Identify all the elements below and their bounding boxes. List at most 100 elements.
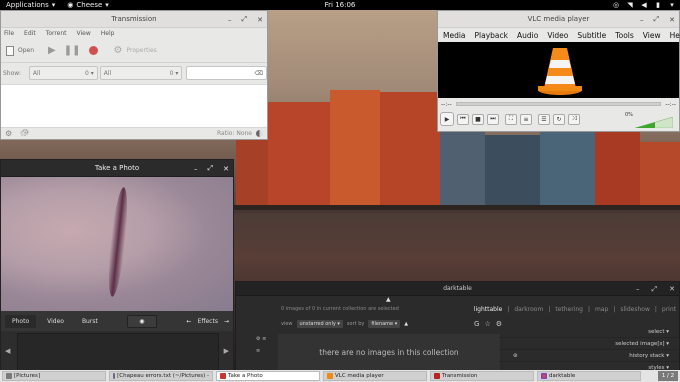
maximize-icon[interactable]: ⤢ xyxy=(654,15,660,24)
module-selected-images[interactable]: selected image[s] ▾ xyxy=(499,338,679,350)
next-button[interactable]: ⏭ xyxy=(487,113,499,125)
title-bar[interactable]: VLC media player – ⤢ ✕ xyxy=(438,11,679,28)
activity-filter-combo[interactable]: All 0 ▾ xyxy=(28,66,98,80)
title-bar[interactable]: darktable – ⤢ ✕ xyxy=(236,282,679,296)
menu-help[interactable]: Help xyxy=(670,31,680,40)
menu-torrent[interactable]: Torrent xyxy=(46,30,67,37)
preferences-icon[interactable]: ⚙ xyxy=(5,129,12,138)
title-bar[interactable]: Take a Photo – ⤢ ✕ xyxy=(1,160,233,177)
grouping-icon[interactable]: G xyxy=(474,320,479,328)
close-icon[interactable]: ✕ xyxy=(223,165,229,173)
task-darktable[interactable]: darktable xyxy=(537,371,641,381)
menu-media[interactable]: Media xyxy=(443,31,466,40)
volume-slider[interactable]: 0% xyxy=(625,112,674,129)
menu-playback[interactable]: Playback xyxy=(475,31,508,40)
video-area[interactable] xyxy=(438,42,679,98)
pause-icon[interactable]: ❚❚ xyxy=(64,45,81,56)
properties-button[interactable]: ⚙ Properties xyxy=(114,45,157,56)
battery-icon[interactable]: ▮ xyxy=(654,1,662,9)
torrent-list[interactable] xyxy=(1,84,267,128)
tab-video[interactable]: Video xyxy=(40,315,71,328)
effects-prev-icon[interactable]: ← xyxy=(187,318,192,325)
previous-button[interactable]: ⏮ xyxy=(457,113,469,125)
mode-slideshow[interactable]: slideshow xyxy=(620,306,649,313)
module-select[interactable]: select ▾ xyxy=(499,326,679,338)
system-tray[interactable]: ◎ ◥ ◀ ▮ ▾ xyxy=(612,1,676,9)
lighttable-center[interactable]: there are no images in this collection xyxy=(278,334,500,370)
preset-icon[interactable]: ⊛ xyxy=(513,350,518,362)
close-icon[interactable]: ✕ xyxy=(669,16,675,24)
thumbnail-view[interactable] xyxy=(17,333,219,371)
star-icon[interactable]: ☆ xyxy=(484,320,490,328)
tracker-filter-combo[interactable]: All 0 ▾ xyxy=(99,66,183,80)
tab-photo[interactable]: Photo xyxy=(5,314,37,328)
clock[interactable]: Fri 16:06 xyxy=(325,1,356,9)
sort-order-icon[interactable]: ▲ xyxy=(404,321,408,327)
menu-help[interactable]: Help xyxy=(101,30,115,37)
minimize-icon[interactable]: – xyxy=(640,16,644,24)
task-pictures[interactable]: [Pictures] xyxy=(2,371,106,381)
mode-print[interactable]: print xyxy=(662,306,676,313)
play-icon[interactable]: ▶ xyxy=(48,45,56,56)
minimize-icon[interactable]: – xyxy=(636,285,640,293)
play-button[interactable]: ▶ xyxy=(440,112,454,126)
mode-tethering[interactable]: tethering xyxy=(555,306,583,313)
workspace-pager[interactable]: 1 / 2 xyxy=(658,371,678,381)
maximize-icon[interactable]: ⤢ xyxy=(652,285,658,294)
menu-tools[interactable]: Tools xyxy=(615,31,633,40)
minimize-icon[interactable]: – xyxy=(194,165,198,173)
accessibility-icon[interactable]: ◎ xyxy=(612,1,620,9)
search-input[interactable]: ⌫ xyxy=(186,66,267,80)
menu-view[interactable]: View xyxy=(643,31,661,40)
chevron-down-icon[interactable]: ▾ xyxy=(668,1,676,9)
extended-settings-button[interactable]: ≡ xyxy=(520,113,532,125)
maximize-icon[interactable]: ⤢ xyxy=(208,164,214,173)
module-history-stack[interactable]: ⊛ history stack ▾ xyxy=(499,350,679,362)
scroll-right-icon[interactable]: ▶ xyxy=(224,347,229,355)
menu-file[interactable]: File xyxy=(4,30,14,37)
menu-video[interactable]: Video xyxy=(547,31,568,40)
sort-combo[interactable]: filename ▾ xyxy=(368,320,401,328)
stop-button[interactable]: ■ xyxy=(472,113,484,125)
task-take-a-photo[interactable]: Take a Photo xyxy=(216,371,320,381)
minimize-icon[interactable]: – xyxy=(228,16,232,24)
expand-top-panel-icon[interactable]: ▲ xyxy=(386,296,391,303)
mode-map[interactable]: map xyxy=(595,306,608,313)
playlist-button[interactable]: ☰ xyxy=(538,113,550,125)
fullscreen-button[interactable]: ⛶ xyxy=(505,113,517,125)
task-vlc[interactable]: VLC media player xyxy=(323,371,427,381)
menu-subtitle[interactable]: Subtitle xyxy=(577,31,606,40)
menu-icon[interactable]: ≡ xyxy=(256,348,266,354)
maximize-icon[interactable]: ⤢ xyxy=(242,15,248,24)
task-transmission[interactable]: Transmission xyxy=(430,371,534,381)
loop-button[interactable]: ↻ xyxy=(553,113,565,125)
settings-icon[interactable]: ⚙ ≡ xyxy=(256,336,266,342)
title-bar[interactable]: Transmission – ⤢ ✕ xyxy=(1,11,267,28)
shuffle-button[interactable]: ⤨ xyxy=(568,113,580,125)
take-photo-button[interactable]: ◉ xyxy=(126,314,157,328)
seek-slider[interactable] xyxy=(455,102,662,106)
app-menu[interactable]: ◉ Cheese ▾ xyxy=(61,1,115,9)
close-icon[interactable]: ✕ xyxy=(257,16,263,24)
task-text-editor[interactable]: [Chapeau errors.txt (~/Pictures) - xyxy=(109,371,213,381)
mode-darkroom[interactable]: darkroom xyxy=(514,306,543,313)
menu-audio[interactable]: Audio xyxy=(517,31,538,40)
menu-view[interactable]: View xyxy=(77,30,91,37)
view-switcher: lighttable | darkroom | tethering | map … xyxy=(474,306,676,313)
menu-edit[interactable]: Edit xyxy=(24,30,36,37)
statistics-icon[interactable] xyxy=(256,129,263,137)
scroll-left-icon[interactable]: ◀ xyxy=(5,347,10,355)
effects-button[interactable]: Effects xyxy=(196,315,220,328)
turtle-icon[interactable]: 🐢︎ xyxy=(20,129,29,138)
close-icon[interactable]: ✕ xyxy=(669,285,675,293)
clear-icon[interactable]: ⌫ xyxy=(255,70,263,77)
volume-icon[interactable]: ◀ xyxy=(640,1,648,9)
applications-menu[interactable]: Applications ▾ xyxy=(0,1,61,9)
open-button[interactable]: Open xyxy=(6,45,34,56)
tab-burst[interactable]: Burst xyxy=(75,315,105,328)
wifi-icon[interactable]: ◥ xyxy=(626,1,634,9)
mode-lighttable[interactable]: lighttable xyxy=(474,306,503,313)
view-filter-combo[interactable]: unstarred only ▾ xyxy=(296,320,343,328)
remove-icon[interactable] xyxy=(88,46,98,55)
effects-next-icon[interactable]: → xyxy=(224,318,229,325)
